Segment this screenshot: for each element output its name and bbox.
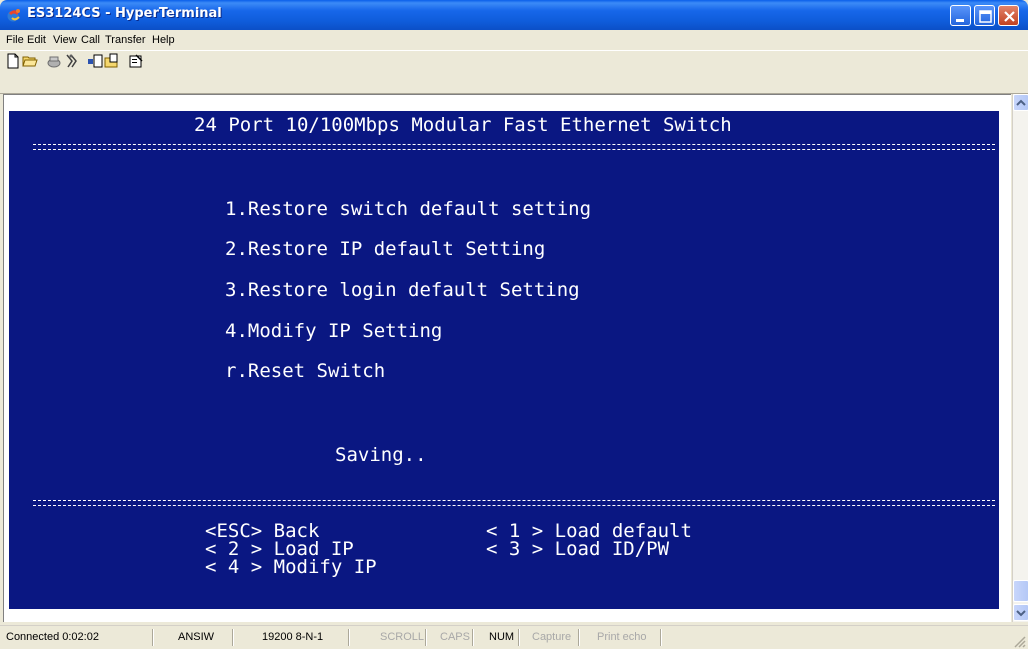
separator-top: [33, 144, 995, 150]
open-icon[interactable]: [22, 53, 38, 69]
scroll-indicator: SCROLL: [380, 631, 425, 643]
menu-help[interactable]: Help: [152, 34, 175, 46]
port-settings: 19200 8-N-1: [262, 631, 324, 643]
status-divider: [518, 629, 520, 646]
scroll-up-button[interactable]: [1013, 94, 1028, 111]
status-divider: [425, 629, 427, 646]
menu-option-reset-switch: r.Reset Switch: [225, 360, 386, 382]
window-title: ES3124CS - HyperTerminal: [27, 6, 222, 21]
send-icon[interactable]: [87, 53, 103, 69]
status-divider: [232, 629, 234, 646]
scroll-thumb[interactable]: [1013, 580, 1028, 602]
capture-indicator: Capture: [532, 631, 572, 643]
menu-option-restore-ip: 2.Restore IP default Setting: [225, 238, 546, 260]
key-hint-load-idpw: < 3 > Load ID/PW: [486, 538, 670, 560]
separator-bottom: [33, 500, 995, 506]
close-icon: [1004, 11, 1015, 22]
minimize-icon: [956, 19, 964, 22]
properties-icon[interactable]: [128, 53, 144, 69]
num-indicator: NUM: [489, 631, 515, 643]
menu-option-modify-ip: 4.Modify IP Setting: [225, 320, 443, 342]
status-divider: [472, 629, 474, 646]
terminal-header: 24 Port 10/100Mbps Modular Fast Ethernet…: [194, 114, 732, 136]
status-bar: Connected 0:02:02 ANSIW 19200 8-N-1 SCRO…: [0, 625, 1028, 649]
menu-bar: File Edit View Call Transfer Help: [0, 30, 1028, 50]
resize-grip-icon[interactable]: [1012, 634, 1026, 648]
disconnect-icon[interactable]: [63, 53, 79, 69]
status-divider: [660, 629, 662, 646]
terminal-client-area[interactable]: 24 Port 10/100Mbps Modular Fast Ethernet…: [3, 94, 1011, 622]
terminal-screen[interactable]: 24 Port 10/100Mbps Modular Fast Ethernet…: [9, 111, 999, 609]
saving-status: Saving..: [335, 444, 427, 466]
status-divider: [152, 629, 154, 646]
close-button[interactable]: [998, 5, 1019, 26]
emulation-type: ANSIW: [178, 631, 215, 643]
menu-transfer[interactable]: Transfer: [105, 34, 146, 46]
menu-option-restore-login: 3.Restore login default Setting: [225, 279, 580, 301]
status-divider: [348, 629, 350, 646]
status-divider: [578, 629, 580, 646]
caps-indicator: CAPS: [440, 631, 470, 643]
toolbar: [0, 50, 1028, 94]
menu-view[interactable]: View: [53, 34, 77, 46]
menu-edit[interactable]: Edit: [27, 34, 46, 46]
menu-call[interactable]: Call: [81, 34, 100, 46]
maximize-button[interactable]: [974, 5, 995, 26]
hyperterminal-icon: [7, 9, 20, 22]
connection-time: Connected 0:02:02: [6, 631, 99, 643]
chevron-down-icon: [1016, 610, 1026, 617]
menu-file[interactable]: File: [6, 34, 24, 46]
menu-option-restore-switch: 1.Restore switch default setting: [225, 198, 592, 220]
new-icon[interactable]: [5, 53, 21, 69]
title-bar: ES3124CS - HyperTerminal: [0, 0, 1028, 30]
maximize-icon: [979, 10, 992, 23]
scroll-down-button[interactable]: [1013, 604, 1028, 621]
chevron-up-icon: [1016, 99, 1026, 106]
connect-icon[interactable]: [46, 53, 62, 69]
key-hint-modify-ip: < 4 > Modify IP: [205, 556, 377, 578]
print-echo-indicator: Print echo: [597, 631, 647, 643]
minimize-button[interactable]: [950, 5, 971, 26]
receive-icon[interactable]: [104, 53, 120, 69]
vertical-scrollbar[interactable]: [1012, 94, 1028, 622]
